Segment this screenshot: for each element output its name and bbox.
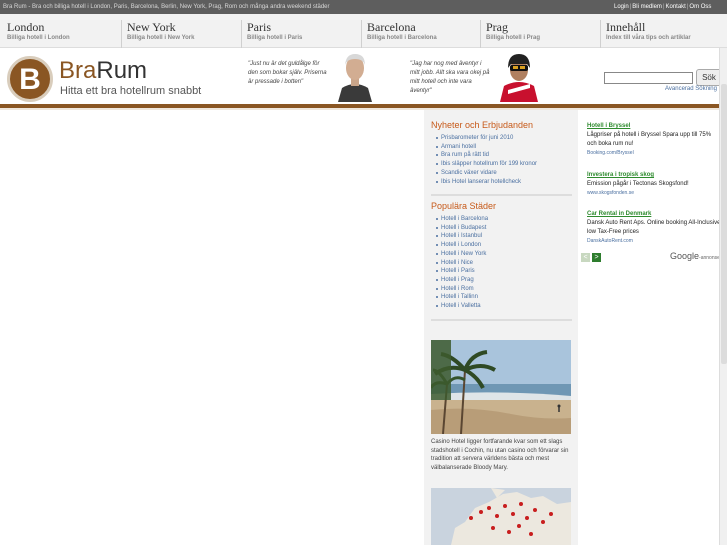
city-name: Barcelona	[367, 20, 416, 34]
list-item[interactable]: Hotell i New York	[436, 250, 488, 259]
ad-url[interactable]: Booking.com/Bryssel	[587, 149, 721, 157]
ad-block[interactable]: Investera i tropisk skog Emission pågår …	[587, 171, 721, 197]
portrait-adventurer-icon	[500, 50, 538, 102]
divider	[431, 319, 572, 321]
popular-list: Hotell i Barcelona Hotell i Budapest Hot…	[436, 215, 488, 311]
list-item[interactable]: Prisbarometer för juni 2010	[436, 134, 537, 143]
sidebar-middle: Nyheter och Erbjudanden Prisbarometer fö…	[424, 110, 578, 545]
list-item[interactable]: Hotell i Prag	[436, 276, 488, 285]
google-ads-label[interactable]: Google-annonser	[670, 251, 722, 261]
ads-column: Hotell i Bryssel Lågpriser på hotell i B…	[581, 110, 722, 270]
brand-part: Rum	[96, 57, 148, 84]
city-nav-barcelona[interactable]: Barcelona Billiga hotell i Barcelona	[361, 20, 437, 48]
search-input[interactable]	[604, 72, 693, 84]
site-header: B BraRum Hitta ett bra hotellrum snabbt …	[0, 48, 727, 104]
about-link[interactable]: Om Oss	[689, 4, 711, 10]
list-item[interactable]: Ibis släpper hotellrum för 199 kronor	[436, 160, 537, 169]
google-logo: Google	[670, 251, 700, 261]
photo-caption: Casino Hotel ligger fortfarande kvar som…	[431, 439, 569, 472]
list-item[interactable]: Hotell i London	[436, 241, 488, 250]
city-nav-prag[interactable]: Prag Billiga hotell i Prag	[480, 20, 540, 48]
city-nav-paris[interactable]: Paris Billiga hotell i Paris	[241, 20, 302, 48]
ad-title[interactable]: Hotell i Bryssel	[587, 122, 721, 131]
list-item[interactable]: Hotell i Valletta	[436, 302, 488, 311]
ad-url[interactable]: www.skogsfonden.se	[587, 189, 721, 197]
chevron-left-icon: <	[583, 254, 588, 261]
brand-name[interactable]: BraRum	[59, 58, 147, 84]
city-nav-new-york[interactable]: New York Billiga hotell i New York	[121, 20, 194, 48]
beach-photo[interactable]	[431, 340, 571, 434]
list-item[interactable]: Hotell i Paris	[436, 267, 488, 276]
ad-title[interactable]: Investera i tropisk skog	[587, 171, 721, 180]
divider	[431, 194, 572, 196]
list-item[interactable]: Hotell i Nice	[436, 259, 488, 268]
news-list: Prisbarometer för juni 2010 Armani hotel…	[436, 134, 537, 186]
list-item[interactable]: Armani hotell	[436, 143, 537, 152]
list-item[interactable]: Scandic växer vidare	[436, 169, 537, 178]
ad-url[interactable]: DanskAutoRent.com	[587, 237, 721, 245]
city-name: Prag	[486, 20, 508, 34]
ad-text: Emission pågår i Tectonas Skogsfond!	[587, 181, 689, 187]
city-subtitle: Billiga hotell i Barcelona	[367, 35, 437, 41]
ad-title[interactable]: Car Rental in Denmark	[587, 210, 721, 219]
city-name: Innehåll	[606, 20, 646, 34]
list-item[interactable]: Hotell i Rom	[436, 285, 488, 294]
list-item[interactable]: Ibis Hotel lanserar hotellcheck	[436, 178, 537, 187]
city-subtitle: Index till våra tips och artiklar	[606, 35, 691, 41]
city-subtitle: Billiga hotell i New York	[127, 35, 195, 41]
list-item[interactable]: Hotell i Tallinn	[436, 293, 488, 302]
list-item[interactable]: Hotell i Istanbul	[436, 232, 488, 241]
city-subtitle: Billiga hotell i Paris	[247, 35, 303, 41]
advanced-search-link[interactable]: Avancerad Sökning	[665, 86, 717, 92]
city-subtitle: Billiga hotell i London	[7, 35, 70, 41]
ad-block[interactable]: Hotell i Bryssel Lågpriser på hotell i B…	[587, 122, 721, 157]
ad-next-button[interactable]: >	[592, 253, 601, 262]
contact-link[interactable]: Kontakt	[666, 4, 686, 10]
city-nav-content[interactable]: Innehåll Index till våra tips och artikl…	[600, 20, 691, 48]
scrollbar[interactable]	[719, 48, 727, 545]
logo-icon[interactable]: B	[7, 56, 53, 102]
logo-letter: B	[19, 63, 41, 96]
popular-title: Populära Städer	[431, 201, 497, 211]
europe-map[interactable]	[431, 488, 571, 545]
top-bar: Bra Rum - Bra och billiga hotell i Londo…	[0, 0, 727, 14]
city-nav: London Billiga hotell i London New York …	[0, 14, 727, 48]
city-nav-london[interactable]: London Billiga hotell i London	[2, 20, 70, 48]
ad-text: Dansk Auto Rent Aps. Online booking All-…	[587, 220, 721, 235]
slogan: Hitta ett bra hotellrum snabbt	[60, 85, 202, 97]
top-links: Login|Bli medlem|Kontakt|Om Oss	[614, 0, 711, 14]
ad-prev-button[interactable]: <	[581, 253, 590, 262]
list-item[interactable]: Bra rum på rätt tid	[436, 151, 537, 160]
city-subtitle: Billiga hotell i Prag	[486, 35, 541, 41]
quote-2: "Jag har nog med äventyr i mitt jobb. Al…	[410, 61, 490, 94]
city-name: London	[7, 20, 45, 34]
portrait-man-icon	[336, 50, 374, 102]
join-link[interactable]: Bli medlem	[632, 4, 662, 10]
city-name: New York	[127, 20, 176, 34]
scrollbar-thumb[interactable]	[721, 84, 727, 364]
list-item[interactable]: Hotell i Barcelona	[436, 215, 488, 224]
ad-text: Lågpriser på hotell i Bryssel Spara upp …	[587, 132, 712, 147]
city-name: Paris	[247, 20, 271, 34]
page: Bra Rum - Bra och billiga hotell i Londo…	[0, 0, 727, 545]
ad-block[interactable]: Car Rental in Denmark Dansk Auto Rent Ap…	[587, 210, 721, 245]
login-link[interactable]: Login	[614, 4, 629, 10]
site-tagline: Bra Rum - Bra och billiga hotell i Londo…	[3, 4, 330, 10]
quote-1: "Just nu är det guldålge för den som bok…	[248, 61, 327, 85]
news-title: Nyheter och Erbjudanden	[431, 120, 534, 130]
brand-part: Bra	[59, 57, 97, 84]
chevron-right-icon: >	[594, 254, 599, 261]
list-item[interactable]: Hotell i Budapest	[436, 224, 488, 233]
